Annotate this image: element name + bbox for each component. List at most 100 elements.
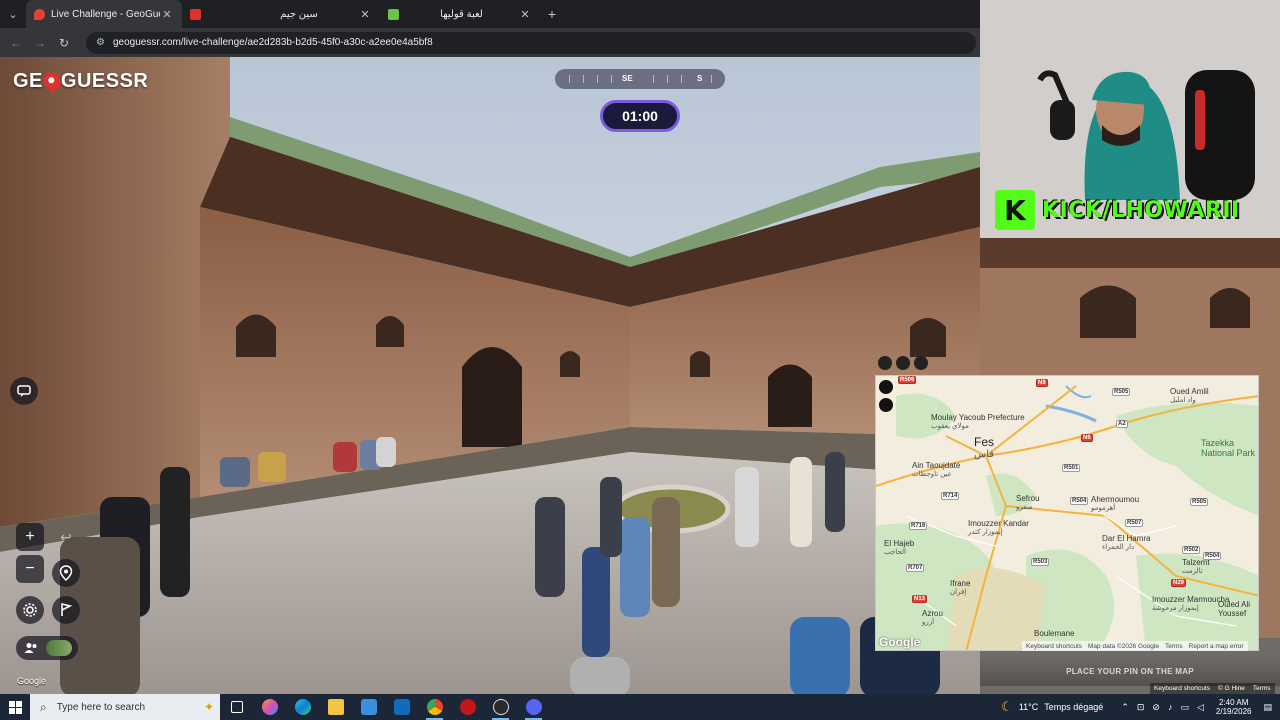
clock-date: 2/19/2026	[1215, 707, 1252, 716]
kick-handle: KICK/LHOWARII	[1042, 197, 1240, 223]
return-to-start-button[interactable]	[52, 559, 80, 587]
windows-taskbar: ⌕ Type here to search ✦ ☾ 11°C Temps dég…	[0, 694, 1280, 720]
map-label-tazekka-park: Tazekka National Park	[1201, 438, 1256, 458]
map-data-credit: Map data ©2026 Google	[1088, 642, 1159, 650]
road-shield: N6	[1081, 434, 1093, 442]
browser-tab-strip: ⌄ Live Challenge - GeoGuessr ✕ سين جيم ✕…	[0, 0, 980, 28]
compass-bar: SE S	[555, 69, 725, 89]
start-button[interactable]	[0, 694, 30, 720]
settings-button[interactable]	[16, 596, 44, 624]
compass-tick	[653, 75, 654, 83]
map-terms-link[interactable]: Terms	[1165, 643, 1183, 650]
task-view-icon[interactable]	[220, 694, 253, 720]
road-shield: A2	[1116, 420, 1128, 428]
address-bar[interactable]: ⚙ geoguessr.com/live-challenge/ae2d283b-…	[86, 31, 976, 54]
map-shrink-button[interactable]	[878, 356, 892, 370]
forward-arrow-icon[interactable]: →	[28, 36, 52, 50]
weather-widget[interactable]: ☾ 11°C Temps dégagé	[1001, 699, 1103, 715]
discord-icon[interactable]	[517, 694, 550, 720]
tab-live-challenge[interactable]: Live Challenge - GeoGuessr ✕	[26, 0, 182, 28]
flag-icon	[61, 603, 73, 616]
chrome-icon[interactable]	[418, 694, 451, 720]
road-shield: R507	[1125, 519, 1144, 527]
tab-search-menu-icon[interactable]: ⌄	[0, 0, 26, 28]
map-label-ifrane: Ifrane إفران	[950, 579, 971, 596]
sv-terms-link[interactable]: Terms	[1253, 685, 1271, 692]
road-shield: R505	[1190, 498, 1209, 506]
compass-heading-se: SE	[622, 74, 633, 83]
close-tab-icon[interactable]: ✕	[160, 8, 174, 21]
back-arrow-icon[interactable]: ←	[4, 36, 28, 50]
app-red-icon[interactable]	[451, 694, 484, 720]
road-shield: R501	[1062, 464, 1081, 472]
weather-temperature: 11°C	[1018, 702, 1039, 712]
report-flag-button[interactable]	[52, 596, 80, 624]
tray-app-icon[interactable]: ⊘	[1152, 702, 1160, 713]
road-shield: R503	[1031, 558, 1050, 566]
microphone-icon[interactable]: ♪	[1168, 702, 1173, 712]
guess-map[interactable]: Moulay Yacoub Prefecture مولاي يعقوب Fes ف…	[875, 375, 1259, 651]
map-zoom-controls	[879, 380, 893, 412]
outlook-icon[interactable]	[385, 694, 418, 720]
display-icon[interactable]: ▭	[1180, 702, 1189, 713]
road-shield: N13	[912, 595, 928, 603]
map-report-error-link[interactable]: Report a map error	[1189, 643, 1244, 650]
close-tab-icon[interactable]: ✕	[358, 8, 372, 21]
player-avatar	[46, 640, 72, 656]
kick-logo-icon: K	[995, 190, 1035, 230]
map-keyboard-shortcuts-link[interactable]: Keyboard shortcuts	[1026, 643, 1082, 650]
kick-channel-banner: K KICK/LHOWARII	[995, 190, 1240, 230]
street-view-panorama[interactable]	[0, 57, 980, 694]
map-label-azrou: Azrou أزرو	[922, 609, 943, 626]
compass-tick	[569, 75, 570, 83]
zoom-out-button[interactable]: −	[16, 555, 44, 583]
map-label-boulemane: Boulemane	[1034, 629, 1075, 638]
logo-text-end: GUESSR	[60, 70, 149, 92]
taskbar-clock[interactable]: 2:40 AM 2/19/2026	[1216, 698, 1252, 716]
map-label-ouled-ali-youssef: Ouled Ali Youssef	[1218, 600, 1251, 618]
search-icon: ⌕	[40, 699, 47, 714]
close-tab-icon[interactable]: ✕	[518, 8, 532, 21]
sv-image-credit: © G Hine	[1218, 685, 1245, 692]
map-pin-button[interactable]	[914, 356, 928, 370]
reload-icon[interactable]: ↻	[52, 36, 76, 50]
road-shield: N8	[1036, 379, 1048, 387]
map-label-moulay-yacoub: Moulay Yacoub Prefecture مولاي يعقوب	[931, 413, 1025, 430]
notification-icon[interactable]: ▤	[1263, 702, 1272, 713]
sv-keyboard-shortcuts-link[interactable]: Keyboard shortcuts	[1154, 685, 1210, 692]
site-favicon-icon	[388, 8, 399, 20]
url-text: geoguessr.com/live-challenge/ae2d283b-b2…	[112, 37, 433, 48]
file-explorer-icon[interactable]	[319, 694, 352, 720]
site-info-icon[interactable]: ⚙	[96, 37, 105, 48]
map-expand-button[interactable]	[896, 356, 910, 370]
road-shield: R504	[1070, 497, 1089, 505]
compass-tick	[583, 75, 584, 83]
tab-title: سين جيم	[280, 8, 318, 20]
map-zoom-out-button[interactable]	[879, 398, 893, 412]
players-button[interactable]	[16, 636, 78, 660]
compass-tick	[611, 75, 612, 83]
undo-move-icon[interactable]: ↩	[54, 527, 78, 547]
system-tray: ☾ 11°C Temps dégagé ⌃ ⊡ ⊘ ♪ ▭ ◁ 2:40 AM …	[1001, 694, 1280, 720]
windows-logo-icon	[8, 700, 22, 714]
new-tab-button[interactable]: +	[540, 6, 564, 22]
chevron-up-icon[interactable]: ⌃	[1121, 702, 1129, 713]
chat-bubble-icon	[17, 385, 31, 397]
google-watermark: Google	[17, 676, 47, 686]
obs-icon[interactable]	[484, 694, 517, 720]
store-icon[interactable]	[352, 694, 385, 720]
map-label-oued-amlil: Oued Amlil واد امليل	[1170, 387, 1209, 404]
map-zoom-in-button[interactable]	[879, 380, 893, 394]
edge-icon[interactable]	[286, 694, 319, 720]
tab-gouliha[interactable]: لعبة قوليها ✕	[380, 0, 540, 28]
taskbar-search-box[interactable]: ⌕ Type here to search ✦	[30, 694, 220, 720]
tab-sin-jim[interactable]: سين جيم ✕	[232, 0, 380, 28]
road-shield: R505	[1112, 388, 1131, 396]
site-favicon-icon	[190, 8, 201, 20]
volume-icon[interactable]: ◁	[1197, 702, 1204, 713]
tab-second[interactable]	[182, 0, 232, 28]
copilot-icon[interactable]	[253, 694, 286, 720]
zoom-in-button[interactable]: +	[16, 523, 44, 551]
network-icon[interactable]: ⊡	[1137, 702, 1145, 713]
chat-button[interactable]	[10, 377, 38, 405]
